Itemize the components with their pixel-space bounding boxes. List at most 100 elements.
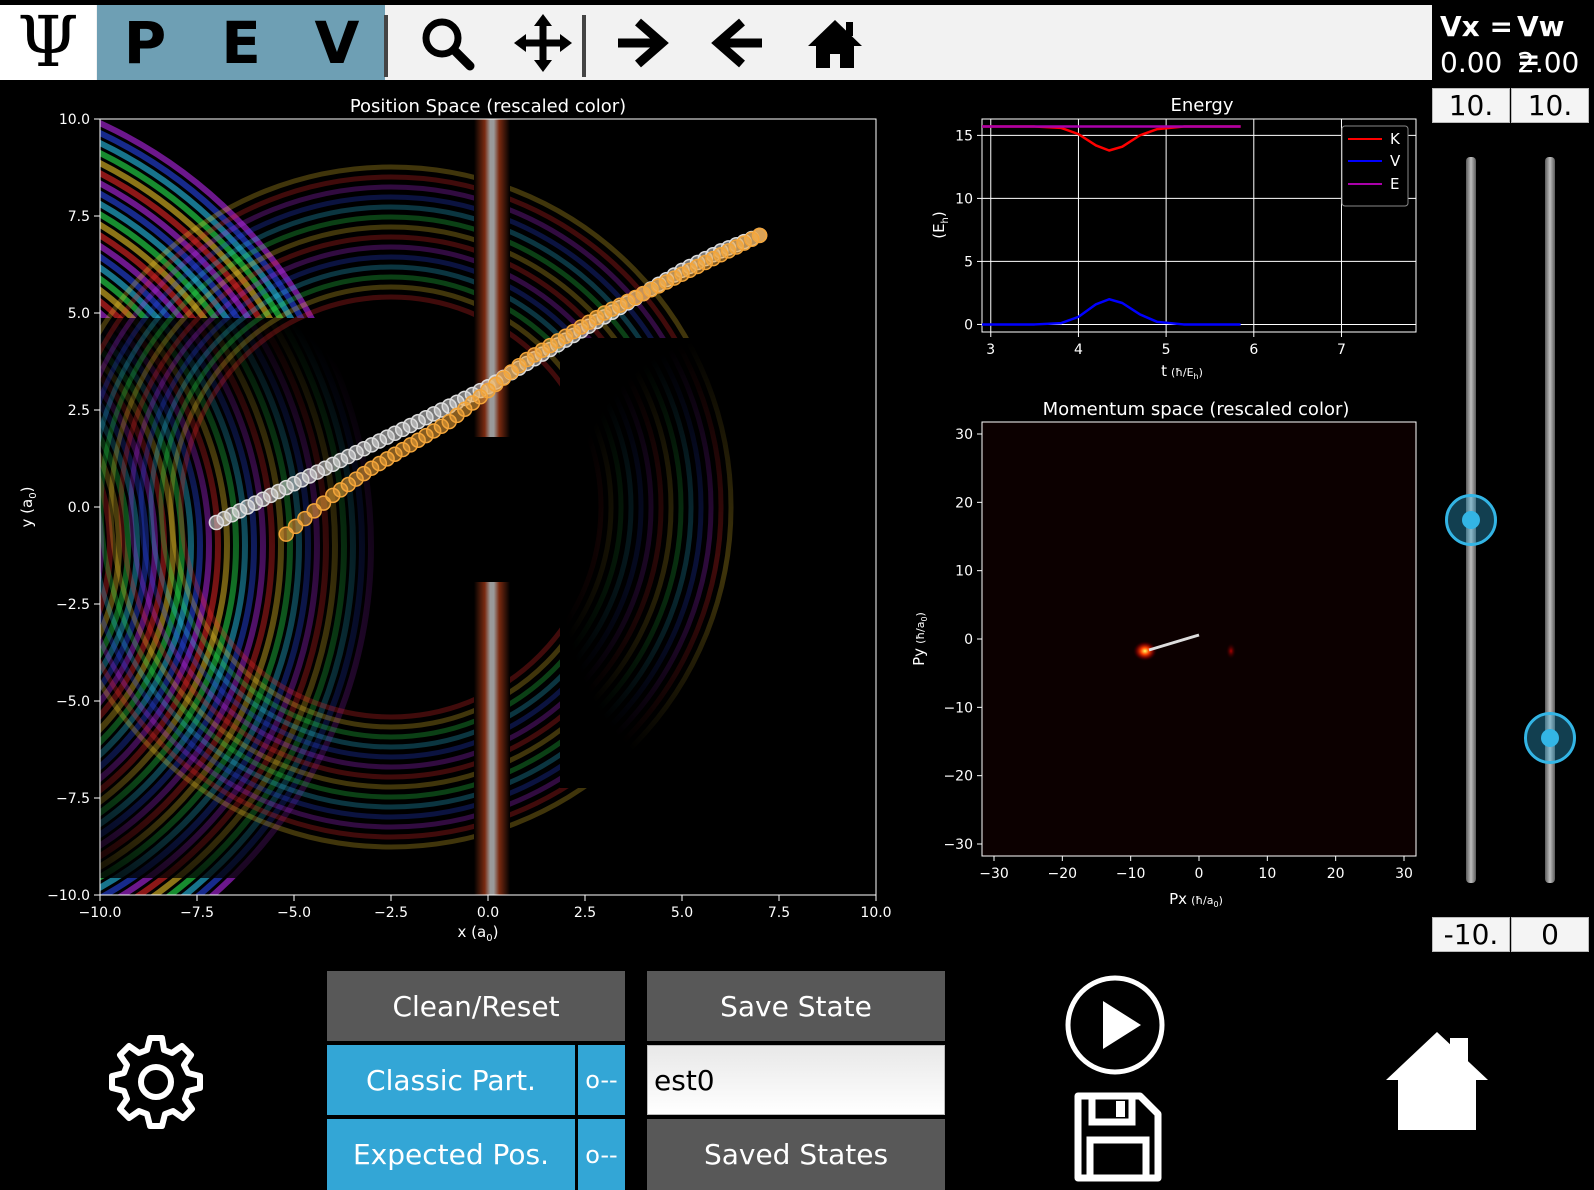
momentum-plot[interactable]: Momentum space (rescaled color) −30 −20 −1… (900, 398, 1420, 918)
y-tick-label: 2.5 (68, 403, 90, 419)
x-tick-label: 2.5 (574, 905, 596, 921)
main-home-button[interactable] (1384, 1028, 1490, 1134)
vw-max-field[interactable]: 10. (1511, 88, 1589, 123)
forward-button[interactable] (596, 5, 686, 80)
x-tick-label: −2.5 (374, 905, 408, 921)
legend-k: K (1390, 130, 1401, 148)
toolbar-home-button[interactable] (790, 5, 880, 80)
momentum-y-tick-label: 20 (955, 495, 973, 511)
momentum-x-tick-label: −20 (1048, 866, 1078, 882)
save-file-button[interactable] (1072, 1092, 1162, 1182)
vx-label: Vx = (1440, 10, 1513, 43)
forward-arrow-icon (618, 18, 669, 67)
momentum-x-tick-label: −30 (979, 866, 1009, 882)
y-tick-label: 7.5 (68, 209, 90, 225)
momentum-x-tick-label: −10 (1116, 866, 1146, 882)
energy-xlabel: t (ħ/Eh) (1161, 362, 1203, 381)
pan-arrows-icon (514, 13, 572, 72)
momentum-x-tick-label: 10 (1258, 866, 1276, 882)
vx-value: 0.00 (1440, 46, 1503, 79)
mode-button-group: P E V (97, 5, 385, 80)
zoom-button[interactable] (402, 5, 492, 80)
gear-icon (109, 1035, 203, 1129)
save-state-button[interactable]: Save State (647, 971, 945, 1041)
momentum-y-tick-label: −10 (943, 700, 973, 716)
momentum-peak (1133, 641, 1157, 661)
floppy-disk-icon (1074, 1092, 1162, 1182)
energy-legend: K V E (1341, 125, 1409, 207)
legend-e: E (1390, 175, 1399, 193)
position-plot-title: Position Space (rescaled color) (350, 96, 626, 117)
home-icon (1386, 1032, 1488, 1130)
x-tick-label: 10.0 (860, 905, 891, 921)
energy-plot[interactable]: Energy 3 4 5 6 7 15 10 5 0 K V E t (ħ/Eh) (Eh) (900, 88, 1420, 398)
energy-ylabel: (Eh) (930, 211, 951, 239)
energy-x-tick-label: 7 (1337, 342, 1346, 358)
vw-slider-knob[interactable] (1524, 711, 1576, 764)
y-tick-label: 10.0 (59, 112, 90, 128)
energy-y-tick-label: 15 (955, 128, 973, 144)
position-xlabel: x (a0) (458, 923, 499, 944)
back-arrow-icon (711, 18, 762, 67)
vw-value: 2.00 (1517, 46, 1580, 79)
momentum-plot-frame (981, 421, 1417, 857)
y-tick-label: 0.0 (68, 500, 90, 516)
classic-particle-button[interactable]: Classic Part. (327, 1045, 575, 1115)
mode-e-button[interactable]: E (193, 5, 289, 80)
trajectory-point (751, 227, 768, 244)
saved-states-button[interactable]: Saved States (647, 1119, 945, 1190)
classic-particle-style-toggle[interactable]: o-- (578, 1045, 625, 1115)
toolbar-divider (582, 15, 586, 77)
mode-v-button[interactable]: V (289, 5, 385, 80)
momentum-y-tick-label: −20 (943, 769, 973, 785)
psi-menu-button[interactable]: Ψ (0, 5, 96, 80)
y-tick-label: −2.5 (56, 597, 90, 613)
y-tick-label: 5.0 (68, 306, 90, 322)
magnifier-icon (422, 18, 475, 70)
x-tick-label: −10.0 (79, 905, 122, 921)
vx-slider-knob[interactable] (1445, 494, 1497, 546)
expected-position-button[interactable]: Expected Pos. (327, 1119, 575, 1190)
play-icon (1065, 975, 1165, 1075)
vw-min-field[interactable]: 0 (1511, 917, 1589, 952)
momentum-x-tick-label: 30 (1395, 866, 1413, 882)
legend-v: V (1390, 152, 1401, 170)
y-tick-label: −7.5 (56, 791, 90, 807)
momentum-x-tick-label: 20 (1327, 866, 1345, 882)
energy-plot-title: Energy (1170, 95, 1233, 116)
energy-x-tick-label: 6 (1249, 342, 1258, 358)
energy-y-tick-label: 10 (955, 191, 973, 207)
y-tick-label: −10.0 (47, 888, 90, 904)
momentum-y-tick-label: 10 (955, 564, 973, 580)
settings-button[interactable] (106, 1032, 206, 1132)
state-name-input[interactable] (647, 1045, 945, 1115)
home-icon (808, 19, 862, 68)
momentum-y-tick-label: 0 (964, 632, 973, 648)
position-plot[interactable]: Position Space (rescaled color) −10.0 −7.… (0, 88, 900, 948)
pan-button[interactable] (498, 5, 588, 80)
x-tick-label: 7.5 (768, 905, 790, 921)
vx-max-field[interactable]: 10. (1432, 88, 1510, 123)
back-button[interactable] (694, 5, 784, 80)
vw-slider-track[interactable] (1545, 157, 1555, 883)
energy-x-tick-label: 3 (986, 342, 995, 358)
x-tick-label: −5.0 (277, 905, 311, 921)
expected-position-style-toggle[interactable]: o-- (578, 1119, 625, 1190)
energy-x-tick-label: 5 (1162, 342, 1171, 358)
energy-y-tick-label: 5 (964, 254, 973, 270)
momentum-xlabel: Px (ħ/a0) (1169, 890, 1223, 909)
momentum-y-tick-label: 30 (955, 427, 973, 443)
momentum-reflected-peak (1226, 643, 1236, 659)
barrier-bottom (474, 582, 510, 895)
y-tick-label: −5.0 (56, 694, 90, 710)
mode-p-button[interactable]: P (97, 5, 193, 80)
vx-min-field[interactable]: -10. (1432, 917, 1510, 952)
momentum-x-tick-label: 0 (1195, 866, 1204, 882)
play-button[interactable] (1065, 975, 1165, 1075)
energy-x-tick-label: 4 (1074, 342, 1083, 358)
toolbar: Ψ P E V (0, 5, 1432, 80)
momentum-y-tick-label: −30 (943, 837, 973, 853)
x-tick-label: 0.0 (477, 905, 499, 921)
clean-reset-button[interactable]: Clean/Reset (327, 971, 625, 1041)
energy-y-tick-label: 0 (964, 317, 973, 333)
